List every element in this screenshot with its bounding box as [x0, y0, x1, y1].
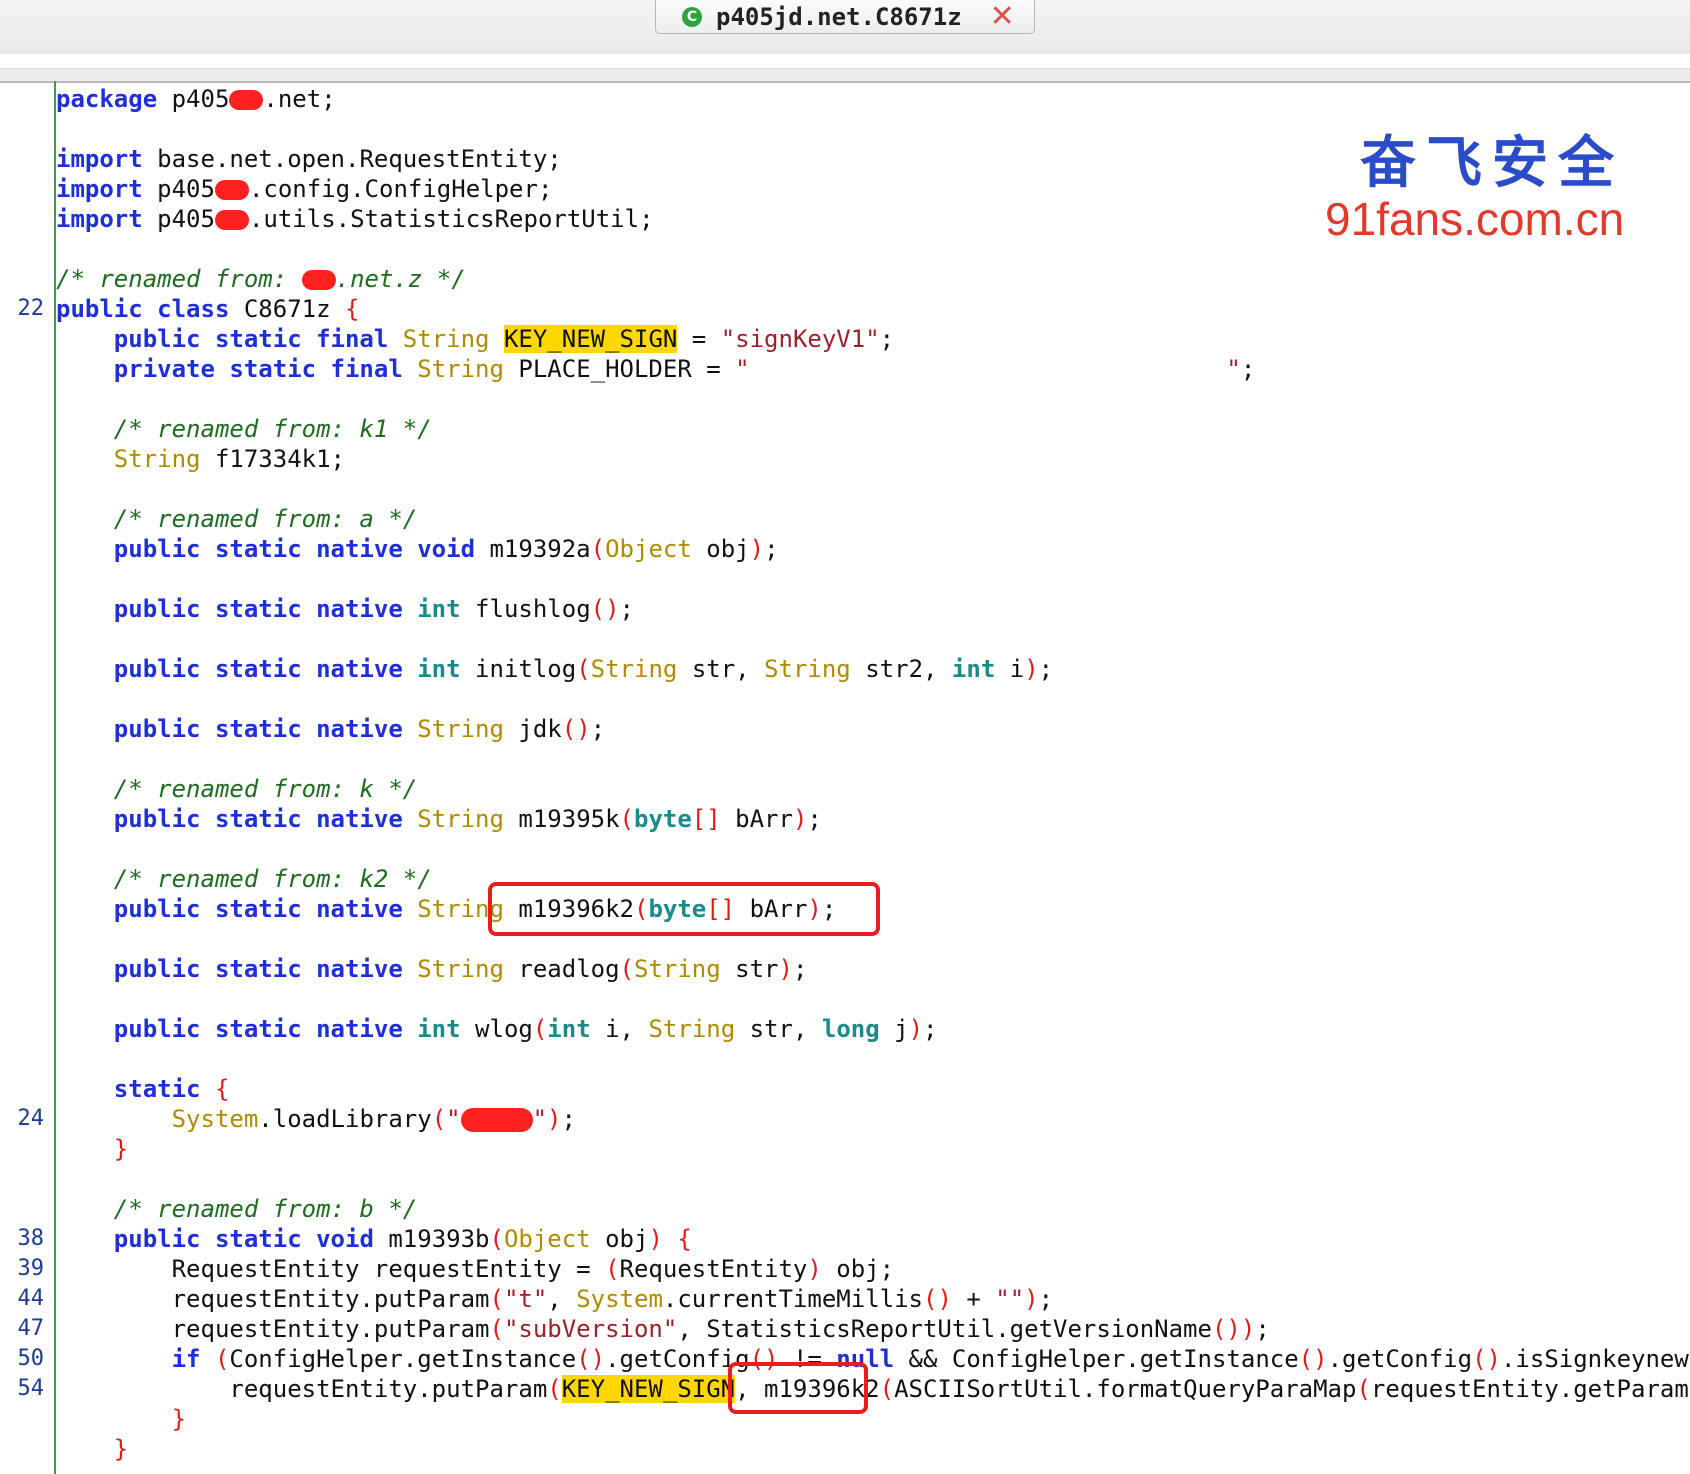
code-line-static-block: static {	[113, 1075, 230, 1103]
highlight-box-k2-call	[728, 1362, 868, 1414]
line-number: 50	[17, 1346, 45, 1371]
line-number: 22	[17, 296, 45, 321]
code-line-method-jdk: public static native String jdk();	[113, 715, 606, 743]
code-comment: /* renamed from: k1 */	[113, 415, 432, 443]
code-line-package: package p405 .net;	[56, 85, 336, 113]
code-line-method-wlog: public static native int wlog(int i, Str…	[113, 1015, 938, 1043]
editor-tab[interactable]: C p405jd.net.C8671z ✕	[655, 0, 1035, 34]
class-icon: C	[682, 6, 702, 27]
watermark-url: 91fans.com.cn	[1325, 193, 1625, 245]
line-number: 47	[17, 1316, 45, 1341]
line-number: 39	[17, 1256, 45, 1281]
code-comment: /* renamed from: k2 */	[113, 865, 432, 893]
code-comment: /* renamed from: k */	[113, 775, 418, 803]
code-line-method-readlog: public static native String readlog(Stri…	[113, 955, 808, 983]
code-line-method-k: public static native String m19395k(byte…	[113, 805, 822, 833]
line-number: 38	[17, 1226, 45, 1251]
code-line-47: requestEntity.putParam("subVersion", Sta…	[171, 1315, 1270, 1343]
tab-title: p405jd.net.C8671z	[716, 2, 962, 31]
code-line-field-placeholder: private static final String PLACE_HOLDER…	[113, 355, 1256, 383]
code-line-brace: }	[113, 1435, 129, 1463]
code-line-field-k1: String f17334k1;	[113, 445, 345, 473]
code-line-method-a: public static native void m19392a(Object…	[113, 535, 779, 563]
redaction-mark	[214, 180, 249, 200]
code-line-44: requestEntity.putParam("t", System.curre…	[171, 1285, 1054, 1313]
code-line-50: if (ConfigHelper.getInstance().getConfig…	[171, 1345, 1690, 1373]
code-comment: /* renamed from: .net.z */	[56, 265, 466, 293]
code-line-class-decl: public class C8671z {	[56, 295, 360, 323]
code-line-brace: }	[171, 1405, 187, 1433]
redaction-mark	[229, 90, 264, 110]
code-line-method-flushlog: public static native int flushlog();	[113, 595, 634, 623]
highlight-box-k2-decl	[488, 882, 880, 936]
code-line-field-key-new-sign: public static final String KEY_NEW_SIGN …	[113, 325, 895, 353]
line-number: 24	[17, 1106, 45, 1131]
code-line-method-initlog: public static native int initlog(String …	[113, 655, 1054, 683]
line-number: 44	[17, 1286, 45, 1311]
redaction-mark	[214, 210, 249, 230]
code-line-method-b: public static void m19393b(Object obj) {	[113, 1225, 692, 1253]
code-line-54: requestEntity.putParam(KEY_NEW_SIGN, m19…	[229, 1375, 1690, 1403]
redaction-mark	[301, 270, 336, 290]
code-line-import: import p405 .utils.StatisticsReportUtil;	[56, 205, 654, 233]
close-icon[interactable]: ✕	[990, 1, 1015, 32]
code-line-brace: }	[113, 1135, 129, 1163]
code-line-39: RequestEntity requestEntity = (RequestEn…	[171, 1255, 895, 1283]
line-number: 54	[17, 1376, 45, 1401]
code-comment: /* renamed from: a */	[113, 505, 418, 533]
redaction-mark	[460, 1108, 533, 1132]
code-line-import: import base.net.open.RequestEntity;	[56, 145, 562, 173]
code-comment: /* renamed from: b */	[113, 1195, 418, 1223]
code-line-import: import p405 .config.ConfigHelper;	[56, 175, 553, 203]
code-line-load-library: System.loadLibrary(" ");	[171, 1105, 576, 1133]
tab-bar-divider	[0, 68, 1690, 83]
watermark-cn: 奋飞安全	[1360, 130, 1624, 196]
